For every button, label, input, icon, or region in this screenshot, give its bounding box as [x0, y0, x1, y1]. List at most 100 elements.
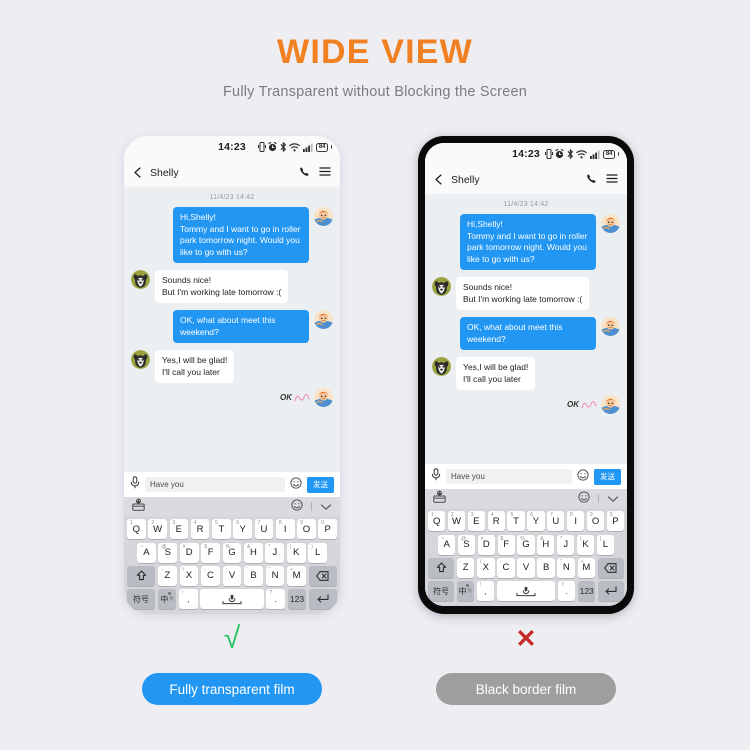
key-w[interactable]: 2W: [447, 511, 466, 532]
key-n[interactable]: " N: [265, 565, 285, 586]
key-z[interactable]: -Z: [157, 565, 177, 586]
backspace-key[interactable]: [308, 565, 337, 586]
symbols-key[interactable]: 符号: [428, 581, 455, 601]
key-f[interactable]: $ F: [497, 534, 515, 555]
shift-key[interactable]: [127, 565, 156, 586]
key-w[interactable]: 2W: [148, 519, 167, 540]
symbols-key[interactable]: 符号: [126, 589, 156, 609]
key-d[interactable]: # D: [179, 542, 199, 563]
key-d[interactable]: # D: [477, 534, 495, 555]
numeric-key[interactable]: 123: [287, 589, 307, 609]
call-button[interactable]: [586, 171, 597, 189]
period-key[interactable]: ?.: [266, 589, 286, 609]
comma-key[interactable]: !,: [178, 589, 198, 609]
key-n[interactable]: " N: [557, 557, 576, 578]
shift-key[interactable]: [427, 557, 455, 578]
chevron-down-icon[interactable]: [320, 498, 332, 516]
key-u[interactable]: 7U: [254, 519, 274, 540]
menu-button[interactable]: [606, 171, 618, 189]
microphone-icon[interactable]: [130, 476, 140, 494]
send-button[interactable]: 发送: [307, 476, 334, 493]
key-j[interactable]: * J: [557, 534, 575, 555]
key-i[interactable]: 8I: [275, 519, 295, 540]
message-bubble[interactable]: Hi,Shelly! Tommy and I want to go in roll…: [173, 207, 309, 263]
chevron-down-icon[interactable]: [607, 490, 619, 508]
key-a[interactable]: ~ A: [136, 542, 156, 563]
smiley-icon[interactable]: [290, 476, 302, 494]
key-g[interactable]: % G: [222, 542, 242, 563]
comma-key[interactable]: !,: [476, 581, 494, 601]
key-i[interactable]: 8I: [567, 511, 585, 532]
send-button[interactable]: 发送: [594, 468, 621, 485]
key-m[interactable]: + M: [287, 565, 306, 586]
key-p[interactable]: 0P: [606, 511, 624, 532]
key-t[interactable]: 5T: [507, 511, 525, 532]
smiley-icon[interactable]: [578, 490, 590, 508]
message-bubble[interactable]: Yes,I will be glad! I'll call you later: [155, 350, 235, 383]
conversation-panel[interactable]: 11/4/23 14:42 Hi,Shelly! Tommy and I want …: [124, 188, 340, 472]
sticker-pack-icon[interactable]: [433, 490, 446, 508]
key-a[interactable]: ~ A: [438, 534, 456, 555]
key-s[interactable]: @ S: [457, 534, 476, 555]
space-key[interactable]: [200, 589, 264, 609]
microphone-icon[interactable]: [431, 468, 441, 486]
back-button[interactable]: [133, 166, 147, 179]
key-h[interactable]: & H: [537, 534, 555, 555]
key-o[interactable]: 9O: [297, 519, 316, 540]
message-bubble[interactable]: Sounds nice! But I'm working late tomorro…: [155, 270, 289, 303]
key-c[interactable]: :C: [201, 565, 220, 586]
key-t[interactable]: 5T: [212, 519, 231, 540]
message-input[interactable]: Have you: [145, 477, 285, 493]
conversation-panel[interactable]: 11/4/23 14:42 Hi,Shelly! Tommy and I want …: [425, 195, 627, 464]
message-input[interactable]: Have you: [446, 469, 572, 485]
ok-sticker[interactable]: OK: [567, 399, 597, 410]
key-l[interactable]: ) L: [596, 534, 614, 555]
key-b[interactable]: ' B: [537, 557, 555, 578]
ok-sticker[interactable]: OK: [280, 392, 310, 403]
key-v[interactable]: ; V: [222, 565, 242, 586]
key-k[interactable]: (K: [286, 542, 306, 563]
message-bubble[interactable]: Hi,Shelly! Tommy and I want to go in roll…: [460, 214, 596, 270]
key-r[interactable]: 4R: [190, 519, 210, 540]
key-s[interactable]: @ S: [158, 542, 178, 563]
key-q[interactable]: 1Q: [428, 511, 446, 532]
key-g[interactable]: % G: [517, 534, 535, 555]
key-p[interactable]: 0P: [318, 519, 338, 540]
key-e[interactable]: 3E: [169, 519, 189, 540]
enter-key[interactable]: [308, 589, 338, 609]
language-key[interactable]: 中英: [157, 589, 177, 609]
period-key[interactable]: ?.: [558, 581, 576, 601]
key-e[interactable]: 3E: [467, 511, 485, 532]
message-bubble[interactable]: OK, what about meet this weekend?: [460, 317, 596, 350]
smiley-icon[interactable]: [291, 498, 303, 516]
message-bubble[interactable]: Sounds nice! But I'm working late tomorro…: [456, 277, 590, 310]
key-k[interactable]: (K: [576, 534, 595, 555]
back-button[interactable]: [434, 173, 448, 186]
numeric-key[interactable]: 123: [578, 581, 596, 601]
backspace-key[interactable]: [597, 557, 625, 578]
key-b[interactable]: ' B: [244, 565, 263, 586]
key-y[interactable]: 6Y: [527, 511, 545, 532]
key-h[interactable]: & H: [244, 542, 263, 563]
menu-button[interactable]: [319, 164, 331, 182]
message-bubble[interactable]: OK, what about meet this weekend?: [173, 310, 309, 343]
smiley-icon[interactable]: [577, 468, 589, 486]
message-bubble[interactable]: Yes,I will be glad! I'll call you later: [456, 357, 536, 390]
key-f[interactable]: $ F: [201, 542, 220, 563]
language-key[interactable]: 中英: [456, 581, 474, 601]
call-button[interactable]: [299, 164, 310, 182]
key-m[interactable]: + M: [577, 557, 596, 578]
key-v[interactable]: ; V: [517, 557, 535, 578]
key-j[interactable]: * J: [265, 542, 285, 563]
key-l[interactable]: ) L: [308, 542, 328, 563]
enter-key[interactable]: [597, 581, 624, 601]
key-y[interactable]: 6Y: [233, 519, 252, 540]
sticker-pack-icon[interactable]: [132, 498, 145, 516]
key-u[interactable]: 7U: [547, 511, 565, 532]
key-z[interactable]: -Z: [456, 557, 475, 578]
key-r[interactable]: 4R: [487, 511, 505, 532]
key-c[interactable]: :C: [497, 557, 515, 578]
key-q[interactable]: 1Q: [126, 519, 146, 540]
key-x[interactable]: / X: [476, 557, 495, 578]
key-x[interactable]: / X: [179, 565, 199, 586]
